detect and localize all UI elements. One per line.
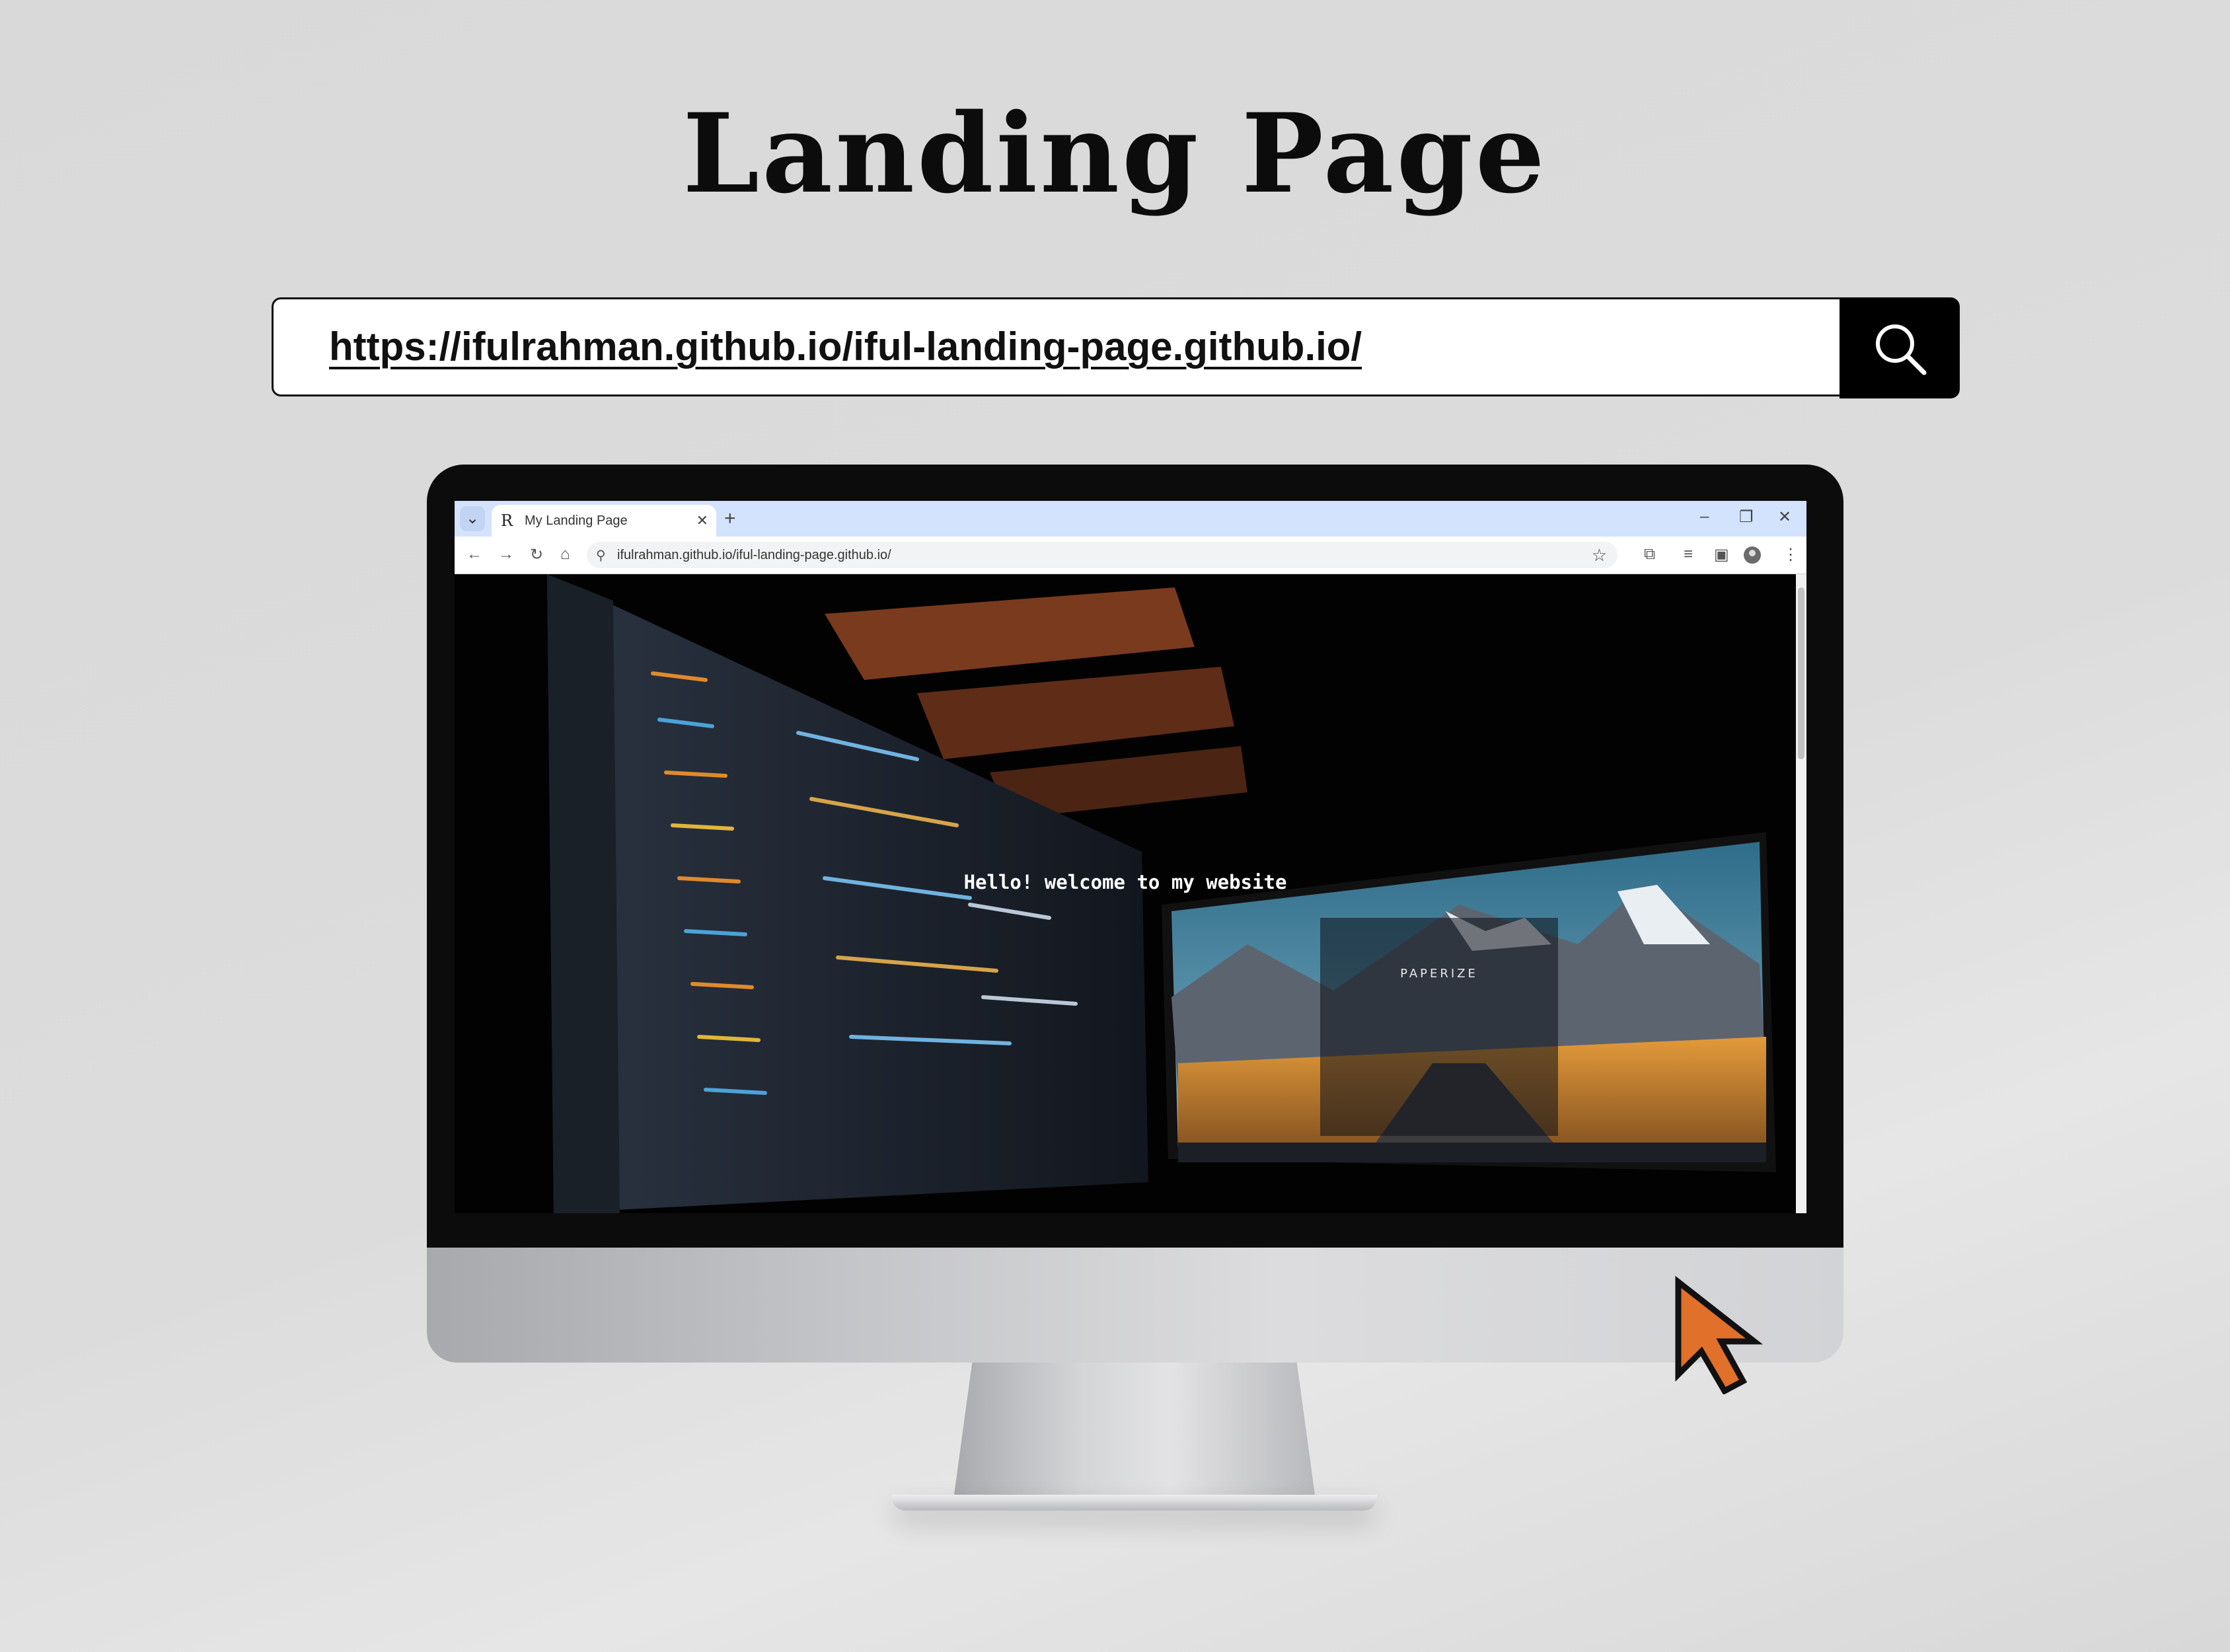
monitor-stand-base [892,1495,1377,1511]
restore-button[interactable]: ❐ [1739,507,1754,527]
tab-strip: ⌄ R My Landing Page ✕ + – ❐ ✕ [455,501,1806,537]
tab-my-landing-page[interactable]: R My Landing Page ✕ [492,505,716,537]
url-text[interactable]: https://ifulrahman.github.io/iful-landin… [329,299,1362,394]
tab-search-dropdown[interactable]: ⌄ [460,506,485,531]
menu-icon[interactable]: ⋮ [1783,545,1799,564]
forward-icon[interactable]: → [498,545,514,564]
favicon-icon: R [501,511,513,530]
webpage-viewport: PAPERIZE Hello! welcome to my website [455,574,1796,1213]
monitor-stand [954,1363,1315,1495]
monitor-chin [427,1248,1843,1363]
tab-title: My Landing Page [525,513,628,528]
pointer-cursor-icon [1675,1275,1764,1394]
reload-icon[interactable]: ↻ [530,545,543,564]
site-info-icon[interactable]: ⚲ [596,547,606,564]
search-icon [1876,324,1927,375]
browser-window: ⌄ R My Landing Page ✕ + – ❐ ✕ ← → ↻ ⌂ ⚲ … [455,501,1806,1213]
hero-background-photo: PAPERIZE [455,574,1796,1213]
minimize-button[interactable]: – [1700,507,1709,526]
close-tab-icon[interactable]: ✕ [696,512,708,529]
inner-screen-title: PAPERIZE [1400,967,1478,981]
browser-toolbar: ← → ↻ ⌂ ⚲ ifulrahman.github.io/iful-land… [455,537,1806,574]
search-button[interactable] [1840,298,1960,398]
home-icon[interactable]: ⌂ [560,545,570,564]
bookmark-star-icon[interactable]: ☆ [1592,545,1607,566]
hero-heading: Hello! welcome to my website [963,871,1287,893]
reading-list-icon[interactable]: ≡ [1684,545,1693,564]
close-window-button[interactable]: ✕ [1778,507,1791,527]
extensions-icon[interactable]: ⧉ [1644,545,1655,564]
new-tab-button[interactable]: + [724,507,736,530]
back-icon[interactable]: ← [466,545,482,564]
page-title: Landing Page [683,89,1547,217]
address-text[interactable]: ifulrahman.github.io/iful-landing-page.g… [617,548,891,563]
address-bar[interactable]: ⚲ ifulrahman.github.io/iful-landing-page… [587,542,1617,568]
avatar[interactable] [1743,546,1762,564]
scrollbar-thumb[interactable] [1798,587,1804,759]
scrollbar[interactable] [1796,574,1806,1213]
side-panel-icon[interactable]: ▣ [1714,545,1729,564]
url-display-bar[interactable]: https://ifulrahman.github.io/iful-landin… [272,297,1960,396]
